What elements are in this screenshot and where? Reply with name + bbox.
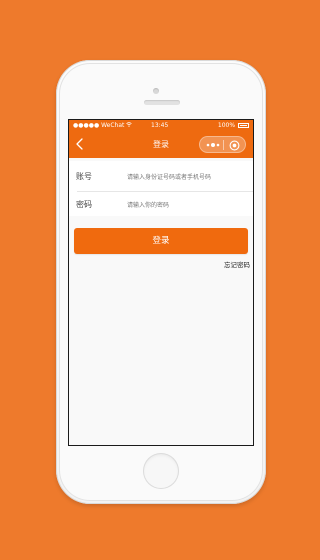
password-row: 密码 — [69, 191, 253, 218]
login-form: 账号 密码 — [69, 161, 253, 216]
camera-icon — [153, 88, 159, 94]
target-icon[interactable] — [229, 140, 240, 151]
status-battery: 100% — [218, 120, 249, 131]
speaker-grille — [144, 100, 180, 105]
battery-icon — [238, 123, 249, 128]
navigation-bar: 登录 — [69, 131, 253, 158]
page-background: ●●●●● WeChat 13:45 100% 登录 账号 请输入身份证号码或者… — [0, 0, 320, 560]
account-row: 账号 — [69, 163, 253, 190]
account-label: 账号 — [76, 172, 92, 181]
password-input[interactable] — [127, 199, 251, 211]
forgot-password-link[interactable]: 忘记密码 — [224, 259, 250, 269]
home-button[interactable] — [143, 453, 179, 489]
capsule-divider — [223, 140, 224, 150]
login-button[interactable]: 登录 — [74, 228, 248, 254]
carrier-text: ●●●●● WeChat — [73, 122, 125, 129]
status-carrier: ●●●●● WeChat — [73, 120, 133, 131]
status-bar: ●●●●● WeChat 13:45 100% — [69, 120, 253, 131]
account-input[interactable] — [127, 171, 251, 183]
mini-program-capsule — [199, 136, 246, 153]
wifi-icon — [126, 122, 133, 127]
status-time: 13:45 — [151, 122, 169, 129]
battery-percent: 100% — [217, 122, 236, 129]
app-screen: ●●●●● WeChat 13:45 100% 登录 账号 请输入身份证号码或者… — [68, 119, 254, 446]
dots-icon[interactable] — [205, 140, 221, 150]
password-label: 密码 — [76, 200, 92, 209]
